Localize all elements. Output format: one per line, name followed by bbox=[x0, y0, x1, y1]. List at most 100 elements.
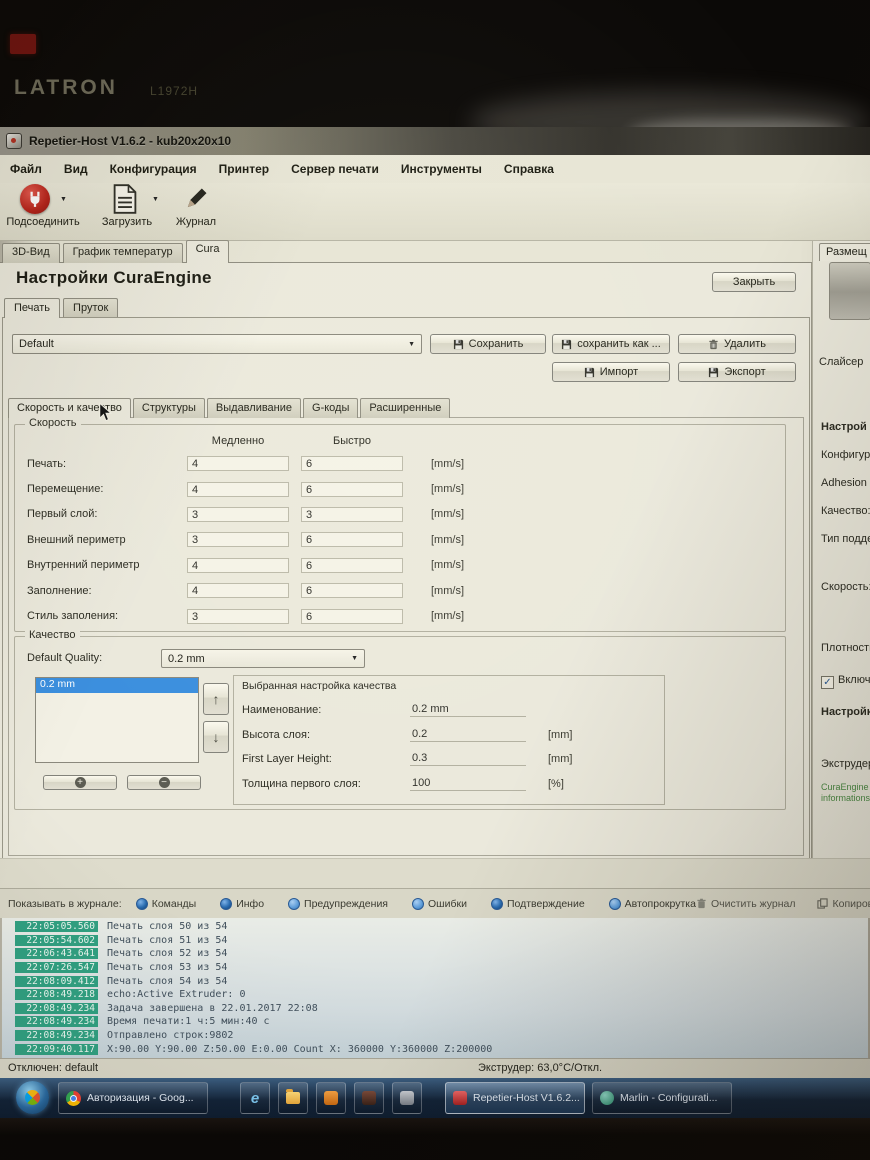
taskbar-marlin-button[interactable]: Marlin - Configurati... bbox=[592, 1082, 732, 1114]
taskbar-chrome-button[interactable]: Авторизация - Goog... bbox=[58, 1082, 208, 1114]
close-button[interactable]: Закрыть bbox=[712, 272, 796, 292]
speed-slow-input[interactable]: 3 bbox=[187, 507, 289, 522]
quality-field-label: Толщина первого слоя: bbox=[242, 778, 410, 790]
quality-field-input[interactable]: 0.3 bbox=[410, 752, 526, 766]
cooling-checkbox[interactable]: ✓Включит bbox=[821, 674, 870, 689]
load-label[interactable]: Загрузить bbox=[92, 216, 162, 228]
log-entry: 22:08:49.234 Задача завершена в 22.01.20… bbox=[2, 1002, 868, 1016]
delete-button[interactable]: Удалить bbox=[678, 334, 796, 354]
quality-field-input[interactable]: 100 bbox=[410, 777, 526, 791]
toggle-label: Подтверждение bbox=[507, 898, 585, 910]
setting-tab[interactable]: Расширенные bbox=[360, 398, 450, 418]
taskbar-app-button[interactable] bbox=[354, 1082, 384, 1114]
journal-pencil-icon[interactable] bbox=[182, 185, 210, 213]
speed-slow-input[interactable]: 3 bbox=[187, 532, 289, 547]
speed-fast-input[interactable]: 6 bbox=[301, 532, 403, 547]
speed-slow-input[interactable]: 3 bbox=[187, 609, 289, 624]
cura-subtab[interactable]: Пруток bbox=[63, 298, 118, 318]
speed-fast-input[interactable]: 6 bbox=[301, 583, 403, 598]
menu-item[interactable]: Справка bbox=[504, 162, 554, 176]
load-icon[interactable] bbox=[112, 184, 138, 214]
power-led bbox=[10, 34, 36, 54]
connect-dropdown-caret[interactable]: ▼ bbox=[60, 196, 67, 203]
log-toggle[interactable]: Автопрокрутка bbox=[609, 898, 696, 910]
log-toggle[interactable]: Предупреждения bbox=[288, 898, 388, 910]
import-button[interactable]: Импорт bbox=[552, 362, 670, 382]
toggle-label: Предупреждения bbox=[304, 898, 388, 910]
connect-label[interactable]: Подсоединить bbox=[0, 216, 86, 228]
quality-list-item[interactable]: 0.2 mm bbox=[36, 678, 198, 693]
speed-slow-input[interactable]: 4 bbox=[187, 583, 289, 598]
log-message: Время печати:1 ч:5 мин:40 с bbox=[107, 1016, 270, 1027]
checkbox-icon[interactable]: ✓ bbox=[821, 676, 834, 689]
move-down-button[interactable]: ↓ bbox=[203, 721, 229, 753]
speed-fast-input[interactable]: 3 bbox=[301, 507, 403, 522]
setting-tab[interactable]: Выдавливание bbox=[207, 398, 301, 418]
move-up-button[interactable]: ↑ bbox=[203, 683, 229, 715]
cura-subtabs: ПечатьПруток bbox=[4, 298, 118, 318]
connection-status: Отключен: default bbox=[8, 1062, 98, 1074]
copy-log-button[interactable]: Копировать bbox=[817, 898, 870, 910]
start-button[interactable] bbox=[16, 1081, 49, 1114]
clear-log-button[interactable]: Очистить журнал bbox=[696, 898, 796, 910]
log-toggle[interactable]: Команды bbox=[136, 898, 197, 910]
profile-select[interactable]: Default ▼ bbox=[12, 334, 422, 354]
journal-label[interactable]: Журнал bbox=[165, 216, 227, 228]
speed-fast-input[interactable]: 6 bbox=[301, 456, 403, 471]
main-tab[interactable]: Cura bbox=[186, 240, 230, 263]
repetier-icon bbox=[453, 1091, 467, 1105]
log-toggle[interactable]: Подтверждение bbox=[491, 898, 585, 910]
speed-slow-input[interactable]: 4 bbox=[187, 482, 289, 497]
taskbar-repetier-button[interactable]: Repetier-Host V1.6.2... bbox=[445, 1082, 585, 1114]
taskbar-ie-button[interactable]: e bbox=[240, 1082, 270, 1114]
save-as-button[interactable]: сохранить как ... bbox=[552, 334, 670, 354]
main-tab[interactable]: 3D-Вид bbox=[2, 243, 60, 263]
menu-item[interactable]: Конфигурация bbox=[110, 162, 197, 176]
log-splitter[interactable] bbox=[0, 858, 870, 889]
menu-item[interactable]: Сервер печати bbox=[291, 162, 379, 176]
default-quality-select[interactable]: 0.2 mm ▼ bbox=[161, 649, 365, 668]
speed-fast-input[interactable]: 6 bbox=[301, 609, 403, 624]
quality-field-input[interactable]: 0.2 mm bbox=[410, 703, 526, 717]
menu-item[interactable]: Вид bbox=[64, 162, 88, 176]
setting-tab[interactable]: Структуры bbox=[133, 398, 205, 418]
setting-tab[interactable]: G-коды bbox=[303, 398, 358, 418]
quality-list[interactable]: 0.2 mm bbox=[35, 677, 199, 763]
speed-fast-input[interactable]: 6 bbox=[301, 558, 403, 573]
taskbar-app-button[interactable] bbox=[392, 1082, 422, 1114]
app-icon bbox=[6, 133, 22, 149]
save-button[interactable]: Сохранить bbox=[430, 334, 546, 354]
quality-field-input[interactable]: 0.2 bbox=[410, 728, 526, 742]
quality-group: Качество Default Quality: 0.2 mm ▼ 0.2 m… bbox=[14, 636, 786, 810]
menu-item[interactable]: Инструменты bbox=[401, 162, 482, 176]
export-button[interactable]: Экспорт bbox=[678, 362, 796, 382]
default-quality-label: Default Quality: bbox=[27, 652, 102, 664]
speed-rows: Печать: 4 6 [mm/s] Перемещение: 4 6 [mm/… bbox=[15, 451, 785, 629]
taskbar-explorer-button[interactable] bbox=[278, 1082, 308, 1114]
tab-placement[interactable]: Размещ bbox=[819, 243, 870, 261]
settings-header: Настрой bbox=[821, 421, 867, 433]
remove-quality-button[interactable]: − bbox=[127, 775, 201, 790]
menu-item[interactable]: Файл bbox=[10, 162, 42, 176]
log-output[interactable]: 22:05:05.560 Печать слоя 50 из 54 22:05:… bbox=[2, 918, 868, 1058]
speed-unit: [mm/s] bbox=[431, 585, 464, 597]
speed-slow-input[interactable]: 4 bbox=[187, 558, 289, 573]
main-tab[interactable]: График температур bbox=[63, 243, 183, 263]
speed-fast-input[interactable]: 6 bbox=[301, 482, 403, 497]
speed-row: Внутренний периметр 4 6 [mm/s] bbox=[15, 553, 785, 578]
speed-slow-input[interactable]: 4 bbox=[187, 456, 289, 471]
log-toggle[interactable]: Инфо bbox=[220, 898, 264, 910]
plus-icon: + bbox=[75, 777, 86, 788]
menu-item[interactable]: Принтер bbox=[219, 162, 269, 176]
taskbar-app-button[interactable] bbox=[316, 1082, 346, 1114]
load-dropdown-caret[interactable]: ▼ bbox=[152, 196, 159, 203]
connect-button[interactable] bbox=[20, 184, 50, 214]
speed-row: Перемещение: 4 6 [mm/s] bbox=[15, 476, 785, 501]
quality-legend: Качество bbox=[25, 629, 80, 641]
add-quality-button[interactable]: + bbox=[43, 775, 117, 790]
toggle-label: Команды bbox=[152, 898, 197, 910]
placement-preview[interactable] bbox=[829, 262, 870, 320]
log-toggle[interactable]: Ошибки bbox=[412, 898, 467, 910]
toggle-dot-icon bbox=[609, 898, 621, 910]
cura-subtab[interactable]: Печать bbox=[4, 298, 60, 318]
